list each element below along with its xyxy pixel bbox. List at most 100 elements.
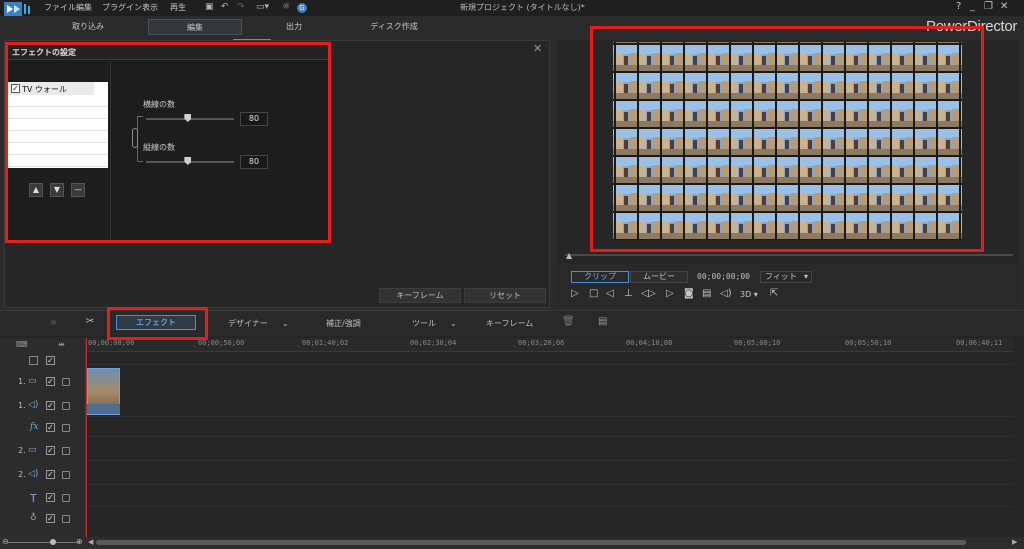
play-icon[interactable]: ▷ — [571, 288, 579, 299]
video-track-icon: ▭ — [28, 445, 37, 455]
zoom-slider-thumb[interactable] — [50, 539, 56, 545]
clip-mode-button[interactable]: クリップ — [571, 271, 629, 283]
account-icon[interactable]: G — [297, 3, 307, 13]
movie-mode-button[interactable]: ムービー — [630, 271, 688, 283]
track-number: 1. — [18, 401, 26, 410]
save-icon[interactable]: ▣ — [205, 2, 214, 12]
volume-icon[interactable]: ◁) — [720, 288, 732, 299]
scrub-marker-icon[interactable]: ▲ — [566, 251, 572, 260]
subtitle-icon[interactable]: ▤ — [702, 288, 711, 299]
designer-label: デザイナー — [228, 319, 268, 328]
fx-track-icon: fx — [30, 422, 39, 432]
track-checkbox[interactable]: ✓ — [46, 401, 55, 410]
lock-icon[interactable] — [62, 447, 70, 455]
track-manager-icon[interactable]: ⌨ — [16, 340, 28, 349]
lock-icon[interactable] — [62, 424, 70, 432]
voice-track-icon: ♁ — [30, 513, 37, 523]
track-checkbox[interactable]: ✓ — [46, 470, 55, 479]
track-header-column — [0, 338, 86, 537]
lock-icon[interactable] — [62, 494, 70, 502]
track-checkbox[interactable]: ✓ — [46, 514, 55, 523]
track-checkbox[interactable]: ✓ — [46, 446, 55, 455]
lock-icon[interactable] — [62, 471, 70, 479]
chevron-down-icon: ▾ — [803, 272, 808, 281]
redo-icon[interactable]: ↷ — [237, 2, 245, 12]
track-checkbox[interactable]: ✓ — [46, 493, 55, 502]
ruler-label: 00;05;50;10 — [845, 339, 892, 347]
lock-icon[interactable] — [62, 402, 70, 410]
tab-edit[interactable]: 編集 — [148, 19, 242, 35]
video-track-icon: ▭ — [28, 376, 37, 386]
track-separator — [86, 416, 1014, 417]
menu-view[interactable]: 表示 — [142, 2, 158, 13]
track-separator — [86, 460, 1014, 461]
lock-icon[interactable] — [62, 515, 70, 523]
timecode-display[interactable]: 00;00;00;00 — [697, 272, 750, 281]
close-icon[interactable]: ✕ — [533, 42, 542, 55]
zoom-fit-label: フィット — [765, 272, 797, 281]
track-number: 1. — [18, 377, 26, 386]
zoom-in-icon[interactable]: ⊕ — [76, 537, 83, 546]
scissors-icon[interactable]: ✂ — [86, 316, 94, 327]
annotation-effect-button — [107, 307, 208, 340]
audio-waveform — [87, 404, 120, 414]
track-checkbox[interactable]: ✓ — [46, 423, 55, 432]
snapshot-icon[interactable]: ◙ — [684, 288, 694, 299]
track-enable-all-checkbox[interactable]: ✓ — [46, 356, 55, 365]
ruler-label: 00;00;50;00 — [198, 339, 245, 347]
battery-icon[interactable]: ▭▾ — [256, 2, 269, 12]
track-separator — [86, 364, 1014, 365]
track-select-all[interactable] — [29, 356, 38, 365]
track-checkbox[interactable]: ✓ — [46, 377, 55, 386]
close-window-icon[interactable]: ✕ — [1000, 1, 1008, 12]
fast-forward-icon[interactable]: ▷ — [666, 288, 674, 299]
audio-track-icon: ◁) — [28, 469, 39, 479]
undo-icon[interactable]: ↶ — [221, 2, 229, 12]
preview-scrub-bar[interactable] — [565, 254, 1013, 256]
help-icon[interactable]: ? — [956, 1, 961, 12]
designer-menu[interactable]: デザイナー ⌄ — [228, 318, 289, 329]
annotation-preview — [590, 26, 984, 252]
lock-icon[interactable] — [62, 378, 70, 386]
fix-enhance-button[interactable]: 補正/強調 — [326, 318, 361, 329]
menu-file[interactable]: ファイル — [44, 2, 76, 13]
prev-frame-icon[interactable]: ◁ — [606, 288, 614, 299]
ruler-label: 00;04;10;08 — [626, 339, 673, 347]
ruler-label: 00;06;40;11 — [956, 339, 1003, 347]
trash-icon[interactable]: 🗑 — [562, 316, 575, 327]
playhead[interactable] — [86, 338, 87, 538]
detach-preview-icon[interactable]: ⇱ — [770, 288, 778, 299]
menu-playback[interactable]: 再生 — [170, 2, 186, 13]
document-title: 新規プロジェクト (タイトルなし)* — [460, 3, 585, 12]
reset-button[interactable]: リセット — [464, 288, 546, 303]
zoom-fit-select[interactable]: フィット ▾ — [760, 271, 812, 283]
split-icon[interactable]: ⫶⊕ — [48, 318, 57, 328]
track-number: 2. — [18, 446, 26, 455]
keyframe-button[interactable]: キーフレーム — [379, 288, 461, 303]
3d-toggle[interactable]: 3D ▾ — [740, 290, 758, 299]
fit-timeline-icon[interactable]: ⇹ — [58, 340, 65, 349]
mark-in-icon[interactable]: ⊥ — [624, 288, 633, 299]
menu-edit[interactable]: 編集 — [76, 2, 92, 13]
restore-icon[interactable]: ❐ — [984, 1, 993, 12]
tools-menu[interactable]: ツール ⌄ — [412, 318, 457, 329]
ruler-label: 00;03;20;06 — [518, 339, 565, 347]
ruler-label: 00;01;40;02 — [302, 339, 349, 347]
menu-plugin[interactable]: プラグイン — [102, 2, 142, 13]
scroll-left-icon[interactable]: ◀ — [88, 538, 93, 546]
scroll-right-icon[interactable]: ▶ — [1012, 538, 1017, 546]
timeline-zoom-slider[interactable] — [8, 542, 80, 543]
stop-icon[interactable]: □ — [589, 288, 598, 299]
tab-capture[interactable]: 取り込み — [58, 19, 118, 35]
library-icon[interactable]: ▤ — [598, 316, 607, 327]
tools-label: ツール — [412, 319, 436, 328]
audio-track-icon: ◁) — [28, 400, 39, 410]
keyframe-toolbar-button[interactable]: キーフレーム — [486, 318, 533, 329]
timeline-scrollbar[interactable] — [96, 540, 966, 545]
ruler-label: 00;05;00;10 — [734, 339, 781, 347]
minimize-icon[interactable]: _ — [970, 1, 975, 12]
settings-icon[interactable]: ☼ — [282, 2, 290, 12]
tab-disc[interactable]: ディスク作成 — [362, 19, 426, 35]
next-frame-icon[interactable]: ▷ — [648, 288, 656, 299]
tab-produce[interactable]: 出力 — [262, 19, 326, 35]
